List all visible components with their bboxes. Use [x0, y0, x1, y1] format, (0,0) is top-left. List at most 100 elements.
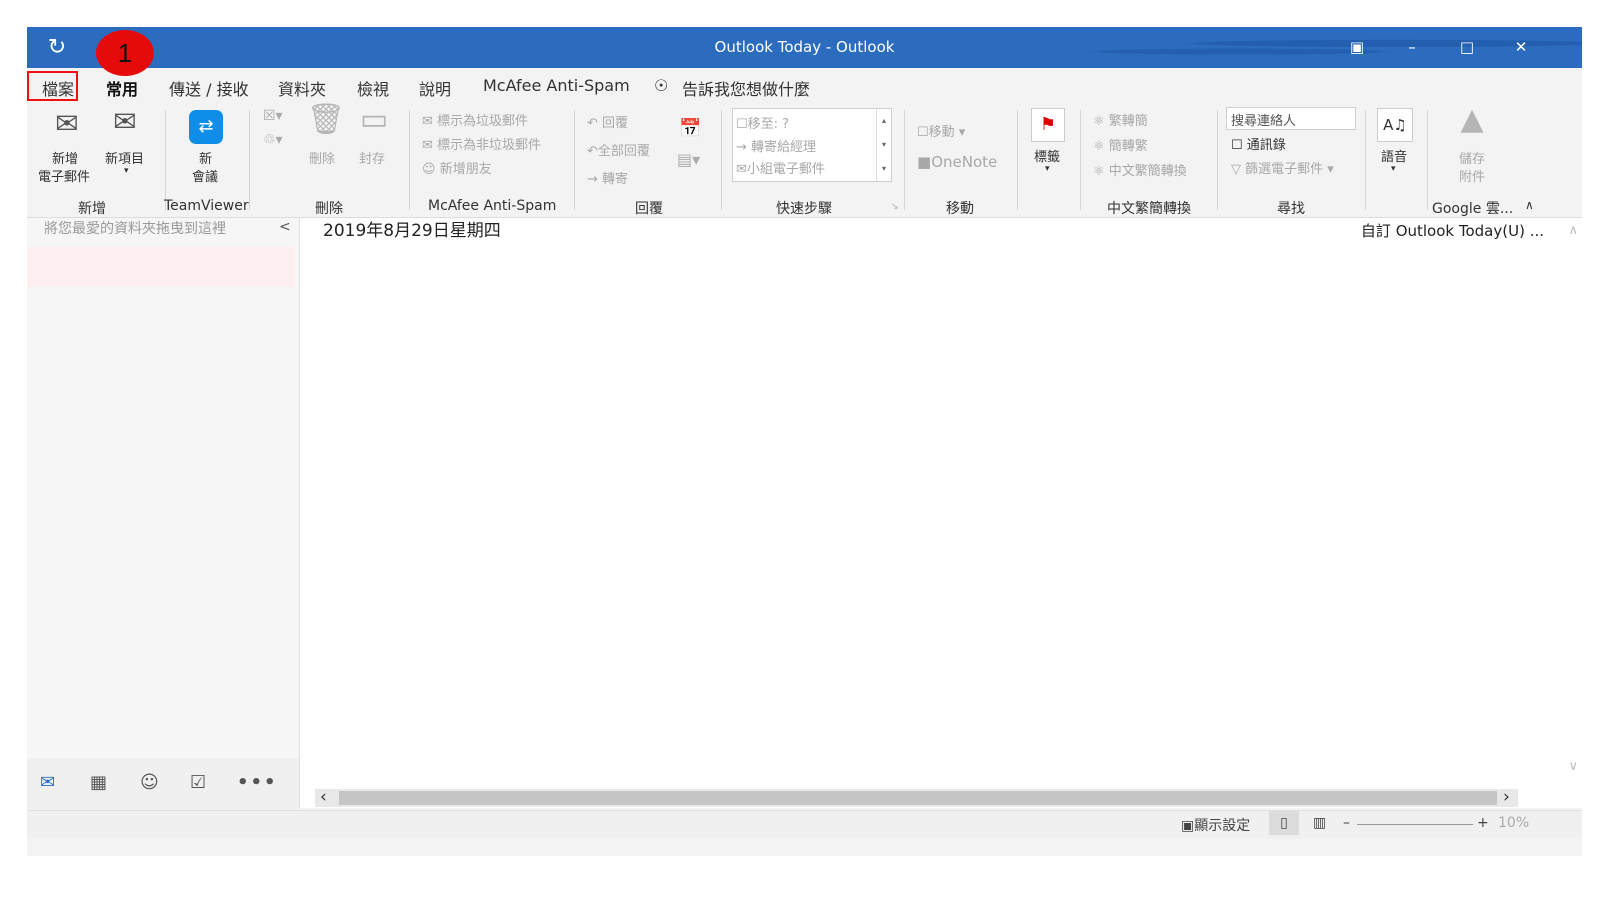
group-label-delete: 刪除: [315, 201, 343, 217]
trad-to-simp-button[interactable]: ⚛ 繁轉簡: [1093, 110, 1148, 129]
quickstep-team-email-label: 小組電子郵件: [746, 162, 825, 177]
more-apps-icon[interactable]: •••: [237, 772, 278, 793]
new-mail-label-2[interactable]: 電子郵件: [38, 166, 90, 185]
chinese-conversion-label: 中文繁簡轉換: [1108, 164, 1187, 179]
display-settings-button[interactable]: ▣顯示設定: [1181, 815, 1250, 835]
folder-move-icon: ☐: [736, 117, 748, 132]
quickstep-to-manager-label: 轉寄給經理: [751, 140, 817, 155]
tab-folder[interactable]: 資料夾: [278, 76, 326, 100]
close-button[interactable]: ✕: [1509, 35, 1533, 59]
maximize-button[interactable]: □: [1455, 35, 1479, 59]
horizontal-scrollbar[interactable]: ‹ ›: [315, 787, 1518, 807]
group-label-new: 新增: [78, 201, 106, 217]
filter-mail-button[interactable]: ▽ 篩選電子郵件 ▾: [1231, 158, 1334, 177]
forward-button[interactable]: → 轉寄: [587, 168, 628, 187]
reply-icon: ↶: [587, 116, 598, 131]
address-book-button[interactable]: ☐ 通訊錄: [1231, 134, 1286, 153]
favorites-drop-hint: 將您最愛的資料夾拖曳到這裡: [44, 221, 226, 237]
scrollbar-thumb[interactable]: [339, 791, 1497, 805]
selected-folder-row[interactable]: [27, 247, 295, 287]
tell-me-search[interactable]: 告訴我您想做什麼: [682, 76, 810, 100]
new-meeting-label-1[interactable]: 新: [199, 148, 212, 167]
search-contacts-input[interactable]: 搜尋連絡人: [1226, 107, 1356, 130]
save-attachment-label-2[interactable]: 附件: [1459, 166, 1485, 185]
tab-home[interactable]: 常用: [106, 76, 139, 107]
group-divider: [1427, 110, 1428, 210]
scroll-down-icon[interactable]: ∨: [1568, 759, 1578, 774]
tab-file[interactable]: 檔案: [42, 76, 74, 100]
trash-icon: 🗑: [307, 102, 346, 137]
group-divider: [1080, 110, 1081, 210]
scroll-up-icon[interactable]: ∧: [1568, 223, 1578, 238]
envelope-icon: ✉: [55, 107, 79, 140]
cleanup-icon[interactable]: ♲▾: [263, 132, 283, 148]
people-icon[interactable]: ☺: [140, 772, 159, 793]
mark-junk-label: 標示為垃圾郵件: [437, 114, 529, 129]
trad-to-simp-label: 繁轉簡: [1108, 114, 1148, 129]
tab-send-receive[interactable]: 傳送 / 接收: [169, 76, 249, 100]
not-junk-icon: ✉: [422, 138, 433, 153]
scroll-right-icon[interactable]: ›: [1503, 787, 1510, 807]
group-divider: [409, 110, 410, 210]
add-friend-button[interactable]: ☺ 新增朋友: [422, 158, 492, 177]
mark-not-junk-button[interactable]: ✉ 標示為非垃圾郵件: [422, 134, 541, 153]
tags-button[interactable]: 標籤: [1034, 146, 1060, 165]
mail-icon[interactable]: ✉: [40, 772, 55, 793]
customize-outlook-today-link[interactable]: 自訂 Outlook Today(U) ...: [1361, 220, 1544, 241]
group-divider: [721, 110, 722, 210]
tasks-icon[interactable]: ☑: [190, 772, 206, 793]
quick-steps-gallery[interactable]: ☐移至: ? → 轉寄給經理 ✉小組電子郵件 ▴ ▾ ▾: [732, 108, 892, 182]
scroll-left-icon[interactable]: ‹: [320, 787, 327, 807]
address-book-icon: ☐: [1231, 138, 1243, 153]
group-divider: [1365, 110, 1366, 210]
forward-icon: →: [587, 172, 598, 187]
chevron-down-icon[interactable]: ▾: [1045, 164, 1050, 174]
tab-help[interactable]: 說明: [419, 76, 451, 100]
delete-button[interactable]: 刪除: [309, 148, 335, 167]
move-button[interactable]: ☐移動 ▾: [917, 121, 965, 140]
chevron-down-icon[interactable]: ▾: [1391, 164, 1396, 174]
mark-junk-button[interactable]: ✉ 標示為垃圾郵件: [422, 110, 528, 129]
meeting-reply-icon[interactable]: 📅: [679, 118, 701, 139]
group-divider: [165, 110, 166, 210]
chevron-down-icon[interactable]: ▾: [124, 166, 129, 176]
quickstep-team-email[interactable]: ✉小組電子郵件: [736, 158, 825, 177]
zoom-slider[interactable]: [1357, 824, 1473, 825]
calendar-icon[interactable]: ▦: [90, 772, 107, 793]
more-respond-icon[interactable]: ▤▾: [677, 150, 700, 169]
save-attachment-label-1[interactable]: 儲存: [1459, 148, 1485, 167]
reply-button[interactable]: ↶ 回覆: [587, 112, 628, 131]
reading-view-icon[interactable]: ▥: [1313, 815, 1326, 831]
gallery-scroll[interactable]: ▴ ▾ ▾: [876, 109, 891, 181]
speech-button[interactable]: 語音: [1381, 146, 1407, 165]
ribbon-display-options-icon[interactable]: ▣: [1345, 35, 1369, 59]
new-items-button[interactable]: 新項目: [105, 148, 144, 167]
junk-icon: ✉: [422, 114, 433, 129]
zoom-in-button[interactable]: +: [1477, 815, 1489, 831]
onenote-button[interactable]: ■OneNote: [917, 153, 997, 171]
tab-view[interactable]: 檢視: [357, 76, 389, 100]
quickstep-to-manager[interactable]: → 轉寄給經理: [736, 136, 816, 155]
move-folder-icon: ☐: [917, 125, 929, 140]
normal-view-icon[interactable]: ▯: [1269, 811, 1299, 835]
archive-icon: ▭: [359, 102, 389, 137]
collapse-ribbon-icon[interactable]: ∧: [1525, 198, 1534, 212]
dialog-launcher-icon[interactable]: ↘: [891, 202, 899, 212]
quickstep-move-to-label: 移至: ?: [747, 117, 790, 132]
filter-mail-label: 篩選電子郵件: [1245, 162, 1324, 177]
archive-button[interactable]: 封存: [359, 148, 385, 167]
ignore-icon[interactable]: ☒▾: [263, 108, 283, 124]
collapse-pane-icon[interactable]: <: [279, 219, 291, 235]
new-meeting-label-2[interactable]: 會議: [192, 166, 218, 185]
quickstep-move-to[interactable]: ☐移至: ?: [736, 113, 789, 132]
new-mail-label-1[interactable]: 新增: [52, 148, 78, 167]
group-label-google: Google 雲...: [1432, 201, 1514, 217]
zoom-level[interactable]: 10%: [1498, 815, 1529, 831]
minimize-button[interactable]: –: [1400, 35, 1424, 59]
chinese-conversion-button[interactable]: ⚛ 中文繁簡轉換: [1093, 160, 1187, 179]
tab-mcafee[interactable]: McAfee Anti-Spam: [483, 76, 630, 95]
reply-all-button[interactable]: ↶全部回覆: [587, 140, 650, 159]
simp-to-trad-button[interactable]: ⚛ 簡轉繁: [1093, 135, 1148, 154]
move-label: 移動: [928, 125, 955, 140]
zoom-out-button[interactable]: –: [1343, 815, 1350, 831]
